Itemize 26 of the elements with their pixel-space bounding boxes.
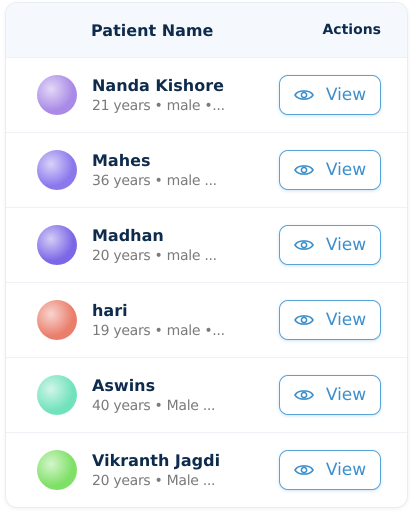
patient-name: Nanda Kishore bbox=[92, 76, 225, 95]
patient-details: 20 years • male ... bbox=[92, 248, 218, 264]
column-header: Actions bbox=[322, 22, 381, 38]
view-button[interactable]: View bbox=[279, 75, 381, 115]
eye-icon bbox=[294, 463, 314, 477]
patient-details: 21 years • male •... bbox=[92, 98, 226, 114]
eye-icon bbox=[294, 88, 314, 102]
column-header: Patient Name bbox=[91, 20, 214, 40]
view-button[interactable]: View bbox=[279, 450, 381, 490]
patient-details: 40 years • Male ... bbox=[92, 398, 216, 414]
view-button[interactable]: View bbox=[279, 300, 381, 340]
view-button[interactable]: View bbox=[279, 150, 381, 190]
patient-details: 20 years • Male ... bbox=[92, 473, 216, 489]
view-button[interactable]: View bbox=[279, 375, 381, 415]
patient-name: Aswins bbox=[92, 376, 156, 395]
patient-name: Madhan bbox=[92, 226, 165, 245]
eye-icon bbox=[294, 238, 314, 252]
eye-icon bbox=[294, 163, 314, 177]
patient-name: hari bbox=[92, 301, 129, 320]
patient-details: 19 years • male •... bbox=[92, 323, 226, 339]
view-button[interactable]: View bbox=[279, 225, 381, 265]
patient-name: Mahes bbox=[92, 151, 152, 170]
eye-icon bbox=[294, 388, 314, 402]
patient-details: 36 years • male ... bbox=[92, 173, 218, 189]
eye-icon bbox=[294, 313, 314, 327]
patient-name: Vikranth Jagdi bbox=[92, 451, 222, 470]
